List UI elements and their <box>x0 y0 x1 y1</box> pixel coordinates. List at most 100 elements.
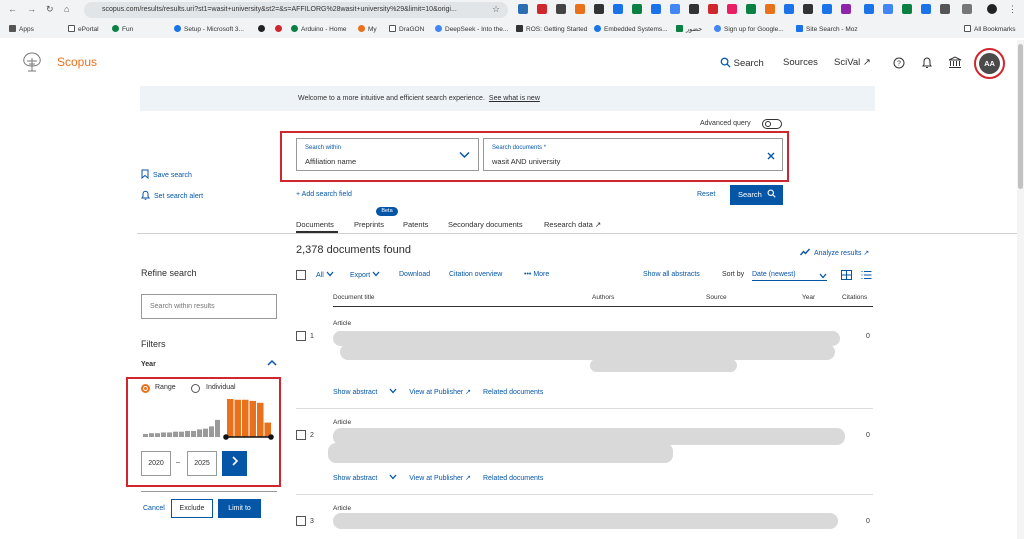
extension-icon[interactable] <box>613 4 623 14</box>
row-checkbox[interactable] <box>296 331 306 341</box>
extension-icon[interactable] <box>746 4 756 14</box>
bookmark-item[interactable]: Setup - Microsoft 3... <box>174 25 244 33</box>
range-radio[interactable] <box>141 384 150 393</box>
reset-link[interactable]: Reset <box>697 191 715 198</box>
column-header-citations[interactable]: Citations <box>842 294 867 301</box>
bookmark-item[interactable]: All Bookmarks <box>964 25 1016 33</box>
year-to-input[interactable]: 2025 <box>187 451 217 476</box>
extension-icon[interactable] <box>784 4 794 14</box>
bookmark-item[interactable]: حضور <box>676 25 702 33</box>
show-all-abstracts-link[interactable]: Show all abstracts <box>643 271 700 278</box>
forward-icon[interactable]: → <box>27 4 36 14</box>
bookmark-item[interactable]: Embedded Systems... <box>594 25 668 33</box>
bookmark-item[interactable]: My <box>358 25 377 33</box>
extension-icon[interactable] <box>708 4 718 14</box>
help-icon[interactable]: ? <box>893 57 905 69</box>
institution-icon[interactable] <box>948 56 962 69</box>
header-sources-link[interactable]: Sources <box>783 57 818 68</box>
search-documents-input[interactable]: Search documents * wasit AND university <box>483 138 783 171</box>
tab-research-data[interactable]: Research data ↗ <box>544 220 601 229</box>
column-header-source[interactable]: Source <box>706 294 727 301</box>
related-documents-link[interactable]: Related documents <box>483 389 543 396</box>
url-bar[interactable]: scopus.com/results/results.uri?st1=wasit… <box>84 2 508 18</box>
column-header-year[interactable]: Year <box>802 294 815 301</box>
extension-icon[interactable] <box>689 4 699 14</box>
exclude-button[interactable]: Exclude <box>171 499 213 518</box>
search-button[interactable]: Search <box>730 185 783 205</box>
column-header-document-title[interactable]: Document title <box>333 294 375 301</box>
bookmark-item[interactable] <box>275 25 285 33</box>
extension-icon[interactable] <box>575 4 585 14</box>
header-search-link[interactable]: Search <box>720 57 764 69</box>
extension-icon[interactable] <box>841 4 851 14</box>
set-search-alert-link[interactable]: Set search alert <box>141 190 203 200</box>
extension-icon[interactable] <box>518 4 528 14</box>
extension-icon[interactable] <box>651 4 661 14</box>
citation-overview-button[interactable]: Citation overview <box>449 271 502 278</box>
bookmark-item[interactable]: DeepSeek - Into the... <box>435 25 508 33</box>
reload-icon[interactable]: ↻ <box>46 4 54 15</box>
show-abstract-link[interactable]: Show abstract <box>333 474 397 482</box>
extension-icon[interactable] <box>940 4 950 14</box>
view-at-publisher-link[interactable]: View at Publisher ↗ <box>409 475 471 482</box>
year-from-input[interactable]: 2020 <box>141 451 171 476</box>
tab-patents[interactable]: Patents <box>403 220 428 229</box>
extension-icon[interactable] <box>632 4 642 14</box>
download-button[interactable]: Download <box>399 271 430 278</box>
bookmark-item[interactable]: ROS: Getting Started <box>516 25 587 33</box>
clear-icon[interactable] <box>767 152 775 160</box>
page-scrollbar[interactable] <box>1017 40 1024 539</box>
cancel-link[interactable]: Cancel <box>143 505 165 512</box>
all-dropdown[interactable]: All <box>316 271 334 279</box>
extension-icon[interactable] <box>902 4 912 14</box>
extension-icon[interactable] <box>864 4 874 14</box>
analyze-results-link[interactable]: Analyze results ↗ <box>799 248 869 257</box>
extension-icon[interactable] <box>594 4 604 14</box>
extension-icon[interactable] <box>727 4 737 14</box>
add-search-field-link[interactable]: + Add search field <box>296 191 352 198</box>
list-view-icon[interactable] <box>861 270 872 280</box>
see-what-is-new-link[interactable]: See what is new <box>489 95 540 102</box>
export-dropdown[interactable]: Export <box>350 271 380 279</box>
row-checkbox[interactable] <box>296 430 306 440</box>
back-icon[interactable]: ← <box>8 4 17 14</box>
sort-select[interactable]: Date (newest) <box>752 271 827 281</box>
bookmark-item[interactable]: Fun <box>112 25 133 33</box>
bookmark-item[interactable]: DraGON <box>389 25 424 33</box>
bookmark-item[interactable] <box>258 25 268 33</box>
grid-view-icon[interactable] <box>841 270 852 280</box>
bookmark-item[interactable]: Sign up for Google... <box>714 25 784 33</box>
year-histogram[interactable] <box>143 398 275 442</box>
bookmark-item[interactable]: ePortal <box>68 25 99 33</box>
search-within-results-input[interactable] <box>141 294 277 319</box>
bookmark-item[interactable]: Arduino - Home <box>291 25 347 33</box>
extension-icon[interactable] <box>803 4 813 14</box>
row-checkbox[interactable] <box>296 516 306 526</box>
extension-icon[interactable] <box>921 4 931 14</box>
extension-icon[interactable] <box>537 4 547 14</box>
extension-icon[interactable] <box>556 4 566 14</box>
show-abstract-link[interactable]: Show abstract <box>333 388 397 396</box>
extension-icon[interactable] <box>883 4 893 14</box>
menu-kebab-icon[interactable]: ⋮ <box>1008 4 1017 15</box>
extension-icon[interactable] <box>822 4 832 14</box>
extension-icon[interactable] <box>670 4 680 14</box>
scopus-brand[interactable]: Scopus <box>57 55 97 69</box>
related-documents-link[interactable]: Related documents <box>483 475 543 482</box>
tab-secondary-documents[interactable]: Secondary documents <box>448 220 523 229</box>
profile-icon[interactable] <box>987 4 997 14</box>
star-icon[interactable]: ☆ <box>492 4 500 15</box>
header-scival-link[interactable]: SciVal ↗ <box>834 57 871 68</box>
chevron-up-icon[interactable] <box>267 359 277 366</box>
apply-range-button[interactable] <box>222 451 247 476</box>
avatar[interactable]: AA <box>974 48 1005 79</box>
limit-to-button[interactable]: Limit to <box>218 499 261 518</box>
tab-documents[interactable]: Documents <box>296 220 334 229</box>
individual-radio[interactable] <box>191 384 200 393</box>
tab-preprints[interactable]: Preprints <box>354 220 384 229</box>
search-within-select[interactable]: Search within Affiliation name <box>296 138 479 171</box>
view-at-publisher-link[interactable]: View at Publisher ↗ <box>409 389 471 396</box>
range-handle[interactable] <box>268 434 274 440</box>
elsevier-logo-icon[interactable] <box>18 50 46 74</box>
extensions-puzzle-icon[interactable] <box>962 4 972 14</box>
